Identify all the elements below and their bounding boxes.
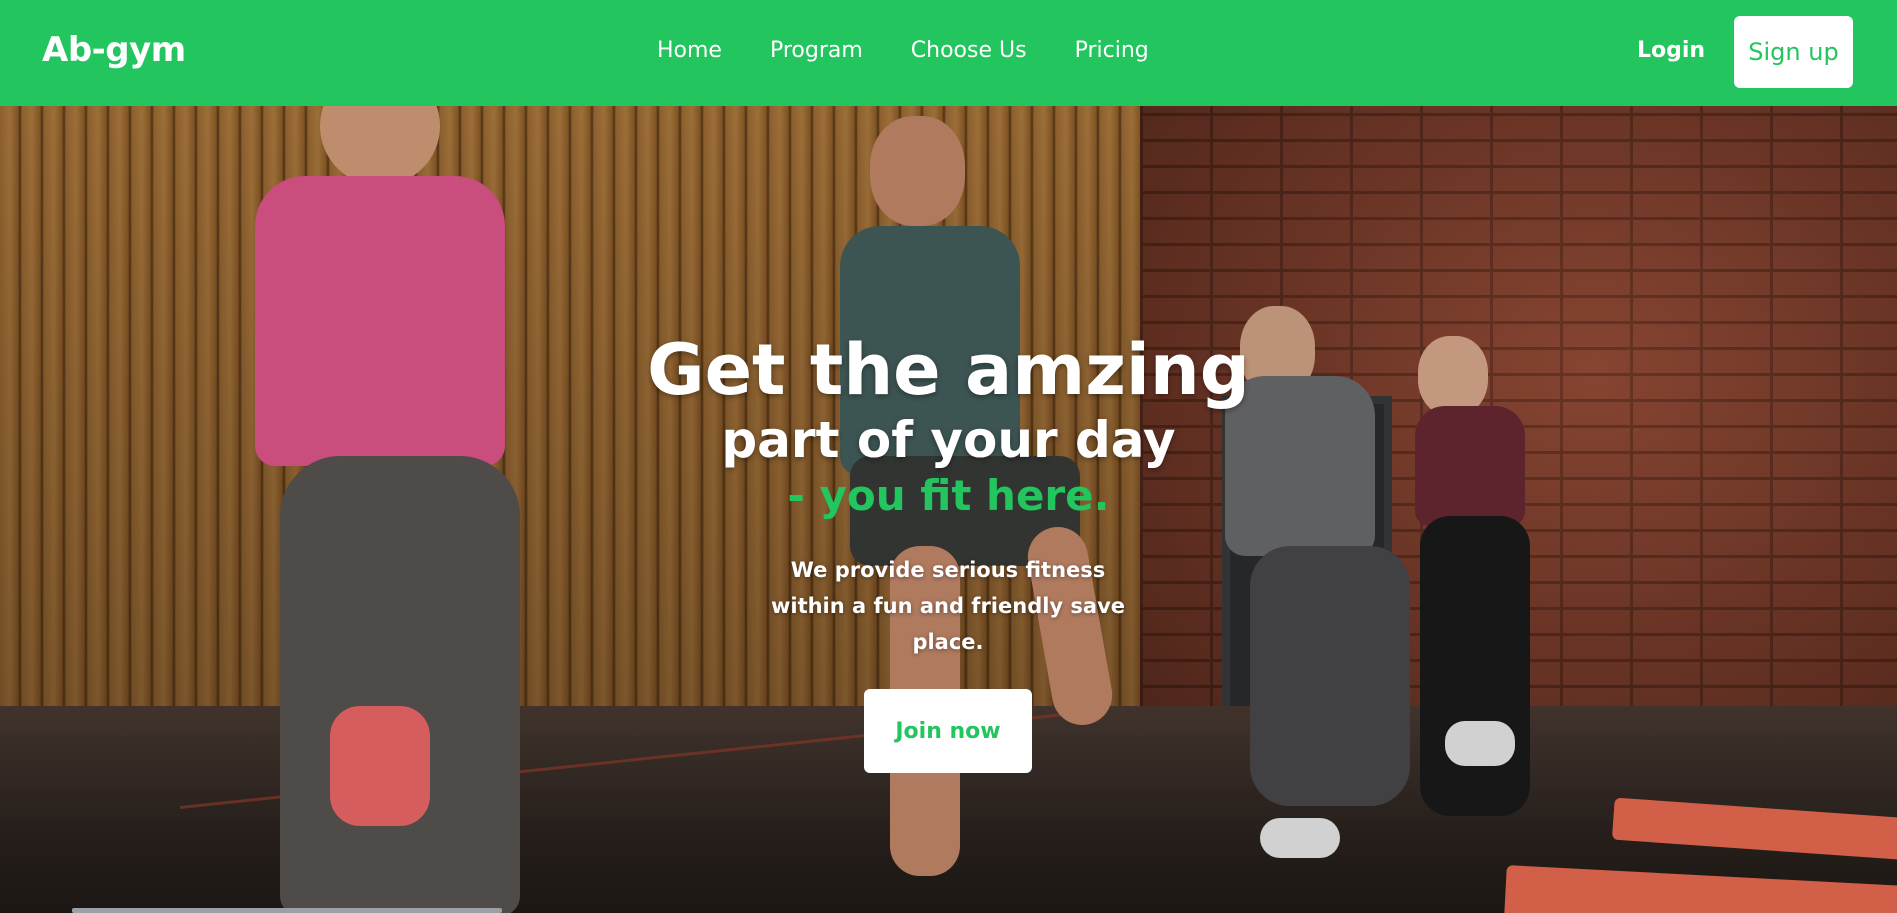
nav-link-home[interactable]: Home — [657, 38, 722, 63]
hero-tagline: - you fit here. — [787, 471, 1110, 520]
hero-subheadline: part of your day — [721, 411, 1176, 469]
nav-link-program[interactable]: Program — [770, 38, 863, 63]
main-nav: Home Program Choose Us Pricing — [657, 38, 1149, 63]
signup-button[interactable]: Sign up — [1734, 16, 1853, 88]
horizontal-scrollbar[interactable] — [72, 908, 502, 913]
brand-logo[interactable]: Ab-gym — [42, 30, 186, 70]
nav-link-choose-us[interactable]: Choose Us — [911, 38, 1027, 63]
login-link[interactable]: Login — [1637, 38, 1705, 63]
hero-description: We provide serious fitness within a fun … — [770, 558, 1126, 654]
nav-link-pricing[interactable]: Pricing — [1075, 38, 1149, 63]
join-now-button[interactable]: Join now — [864, 689, 1032, 773]
hero-headline: Get the amzing — [647, 329, 1250, 411]
navbar: Ab-gym Home Program Choose Us Pricing Lo… — [0, 0, 1897, 106]
